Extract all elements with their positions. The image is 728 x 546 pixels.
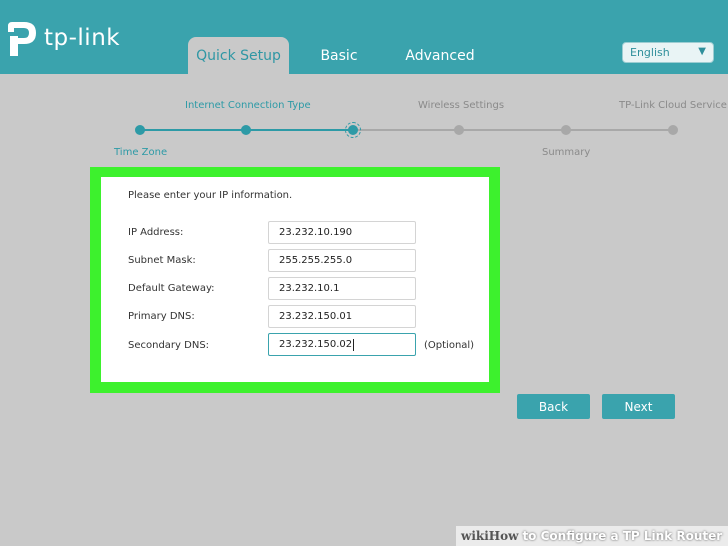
back-button[interactable]: Back — [517, 394, 590, 419]
watermark-title: to Configure a TP Link Router — [522, 529, 723, 543]
step-label-wireless: Wireless Settings — [418, 100, 505, 111]
chevron-down-icon: ▼ — [698, 46, 706, 57]
step-label-summary: Summary — [542, 147, 591, 158]
logo-text: tp-link — [44, 25, 121, 51]
tab-basic[interactable]: Basic — [306, 37, 372, 74]
step-dot-summary — [561, 125, 571, 135]
primary-dns-value: 23.232.150.01 — [279, 311, 353, 322]
tab-label: Advanced — [405, 47, 475, 64]
default-gateway-label: Default Gateway: — [128, 283, 215, 294]
progress-track-todo — [353, 129, 674, 131]
tab-quick-setup[interactable]: Quick Setup — [188, 37, 289, 74]
secondary-dns-value: 23.232.150.02 — [279, 339, 353, 350]
default-gateway-value: 23.232.10.1 — [279, 283, 340, 294]
optional-note: (Optional) — [424, 340, 475, 351]
step-dot-internet-connection — [241, 125, 251, 135]
step-dot-wireless — [454, 125, 464, 135]
language-select[interactable]: English ▼ — [622, 42, 714, 63]
form-instruction: Please enter your IP information. — [128, 190, 293, 201]
step-label-cloud: TP-Link Cloud Service — [619, 100, 727, 111]
step-label-time-zone: Time Zone — [114, 147, 168, 158]
subnet-mask-field[interactable]: 255.255.255.0 — [268, 249, 416, 272]
next-button[interactable]: Next — [602, 394, 675, 419]
top-header: tp-link Quick Setup Basic Advanced Engli… — [0, 0, 728, 74]
tab-advanced[interactable]: Advanced — [394, 37, 486, 74]
ip-address-field[interactable]: 23.232.10.190 — [268, 221, 416, 244]
tp-link-logo-icon — [8, 22, 36, 56]
step-dot-current — [345, 122, 361, 138]
secondary-dns-label: Secondary DNS: — [128, 340, 210, 351]
watermark-how: How — [488, 529, 519, 543]
default-gateway-field[interactable]: 23.232.10.1 — [268, 277, 416, 300]
subnet-mask-value: 255.255.255.0 — [279, 255, 353, 266]
subnet-mask-label: Subnet Mask: — [128, 255, 196, 266]
step-dot-time-zone — [135, 125, 145, 135]
ip-address-value: 23.232.10.190 — [279, 227, 353, 238]
step-dot-cloud — [668, 125, 678, 135]
ip-address-label: IP Address: — [128, 227, 184, 238]
watermark-wiki: wiki — [461, 529, 489, 543]
step-label-internet-connection: Internet Connection Type — [185, 100, 311, 111]
wikihow-watermark: wiki How to Configure a TP Link Router — [456, 526, 728, 546]
text-caret — [353, 338, 355, 351]
primary-dns-field[interactable]: 23.232.150.01 — [268, 305, 416, 328]
tp-link-logo[interactable]: tp-link — [4, 18, 120, 58]
primary-dns-label: Primary DNS: — [128, 311, 195, 322]
secondary-dns-field[interactable]: 23.232.150.02 — [268, 333, 416, 356]
tab-label: Basic — [320, 47, 358, 64]
tab-label: Quick Setup — [196, 47, 281, 64]
language-value: English — [630, 46, 670, 59]
